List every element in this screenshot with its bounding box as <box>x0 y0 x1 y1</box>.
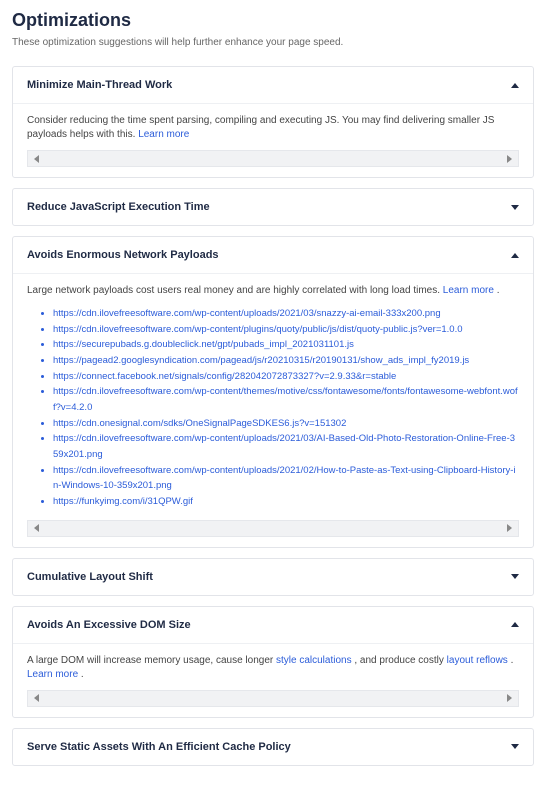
chevron-up-icon <box>511 622 519 627</box>
panel-title: Avoids Enormous Network Payloads <box>27 249 219 261</box>
panel-description: A large DOM will increase memory usage, … <box>27 644 519 690</box>
list-item: https://cdn.ilovefreesoftware.com/wp-con… <box>53 463 519 494</box>
list-item: https://cdn.ilovefreesoftware.com/wp-con… <box>53 306 519 322</box>
chevron-down-icon <box>511 574 519 579</box>
scroll-left-icon <box>34 155 39 163</box>
payload-url-list: https://cdn.ilovefreesoftware.com/wp-con… <box>27 306 519 510</box>
payload-url-link[interactable]: https://cdn.ilovefreesoftware.com/wp-con… <box>53 386 518 413</box>
horizontal-scrollbar[interactable] <box>27 150 519 167</box>
payload-url-link[interactable]: https://pagead2.googlesyndication.com/pa… <box>53 355 469 366</box>
layout-reflows-link[interactable]: layout reflows <box>447 655 508 666</box>
payload-url-link[interactable]: https://cdn.ilovefreesoftware.com/wp-con… <box>53 308 441 319</box>
panel-minimize-main-thread: Minimize Main-Thread Work Consider reduc… <box>12 66 534 178</box>
panel-description: Consider reducing the time spent parsing… <box>27 104 519 150</box>
list-item: https://connect.facebook.net/signals/con… <box>53 369 519 385</box>
panel-cls: Cumulative Layout Shift <box>12 558 534 596</box>
chevron-up-icon <box>511 83 519 88</box>
page-title: Optimizations <box>12 10 534 31</box>
chevron-up-icon <box>511 253 519 258</box>
list-item: https://funkyimg.com/i/31QPW.gif <box>53 494 519 510</box>
horizontal-scrollbar[interactable] <box>27 690 519 707</box>
panel-header-avoid-payloads[interactable]: Avoids Enormous Network Payloads <box>13 237 533 273</box>
panel-body: Consider reducing the time spent parsing… <box>13 103 533 177</box>
list-item: https://pagead2.googlesyndication.com/pa… <box>53 353 519 369</box>
panel-header-dom-size[interactable]: Avoids An Excessive DOM Size <box>13 607 533 643</box>
panel-header-cls[interactable]: Cumulative Layout Shift <box>13 559 533 595</box>
page-subtitle: These optimization suggestions will help… <box>12 37 534 48</box>
panel-body: A large DOM will increase memory usage, … <box>13 643 533 717</box>
panel-description: Large network payloads cost users real m… <box>27 274 519 306</box>
panel-avoid-payloads: Avoids Enormous Network Payloads Large n… <box>12 236 534 548</box>
list-item: https://cdn.ilovefreesoftware.com/wp-con… <box>53 431 519 462</box>
payload-url-link[interactable]: https://funkyimg.com/i/31QPW.gif <box>53 496 193 507</box>
chevron-down-icon <box>511 205 519 210</box>
scroll-left-icon <box>34 694 39 702</box>
panel-body: Large network payloads cost users real m… <box>13 273 533 547</box>
list-item: https://cdn.ilovefreesoftware.com/wp-con… <box>53 384 519 415</box>
scroll-left-icon <box>34 524 39 532</box>
panel-reduce-js: Reduce JavaScript Execution Time <box>12 188 534 226</box>
panel-header-minimize-main-thread[interactable]: Minimize Main-Thread Work <box>13 67 533 103</box>
panel-title: Reduce JavaScript Execution Time <box>27 201 210 213</box>
panel-title: Cumulative Layout Shift <box>27 571 153 583</box>
learn-more-link[interactable]: Learn more <box>27 669 78 680</box>
scroll-right-icon <box>507 524 512 532</box>
payload-url-link[interactable]: https://cdn.onesignal.com/sdks/OneSignal… <box>53 418 346 429</box>
panel-title: Minimize Main-Thread Work <box>27 79 172 91</box>
list-item: https://cdn.ilovefreesoftware.com/wp-con… <box>53 322 519 338</box>
learn-more-link[interactable]: Learn more <box>443 285 494 296</box>
panel-cache-policy: Serve Static Assets With An Efficient Ca… <box>12 728 534 766</box>
payload-url-link[interactable]: https://connect.facebook.net/signals/con… <box>53 371 396 382</box>
panel-dom-size: Avoids An Excessive DOM Size A large DOM… <box>12 606 534 718</box>
panel-title: Serve Static Assets With An Efficient Ca… <box>27 741 291 753</box>
payload-url-link[interactable]: https://securepubads.g.doubleclick.net/g… <box>53 339 354 350</box>
panel-header-reduce-js[interactable]: Reduce JavaScript Execution Time <box>13 189 533 225</box>
scroll-right-icon <box>507 694 512 702</box>
payload-url-link[interactable]: https://cdn.ilovefreesoftware.com/wp-con… <box>53 465 516 492</box>
panel-header-cache-policy[interactable]: Serve Static Assets With An Efficient Ca… <box>13 729 533 765</box>
payload-url-link[interactable]: https://cdn.ilovefreesoftware.com/wp-con… <box>53 433 515 460</box>
chevron-down-icon <box>511 744 519 749</box>
learn-more-link[interactable]: Learn more <box>138 129 189 140</box>
panel-title: Avoids An Excessive DOM Size <box>27 619 191 631</box>
horizontal-scrollbar[interactable] <box>27 520 519 537</box>
payload-url-link[interactable]: https://cdn.ilovefreesoftware.com/wp-con… <box>53 324 463 335</box>
style-calculations-link[interactable]: style calculations <box>276 655 352 666</box>
list-item: https://securepubads.g.doubleclick.net/g… <box>53 337 519 353</box>
list-item: https://cdn.onesignal.com/sdks/OneSignal… <box>53 416 519 432</box>
scroll-right-icon <box>507 155 512 163</box>
